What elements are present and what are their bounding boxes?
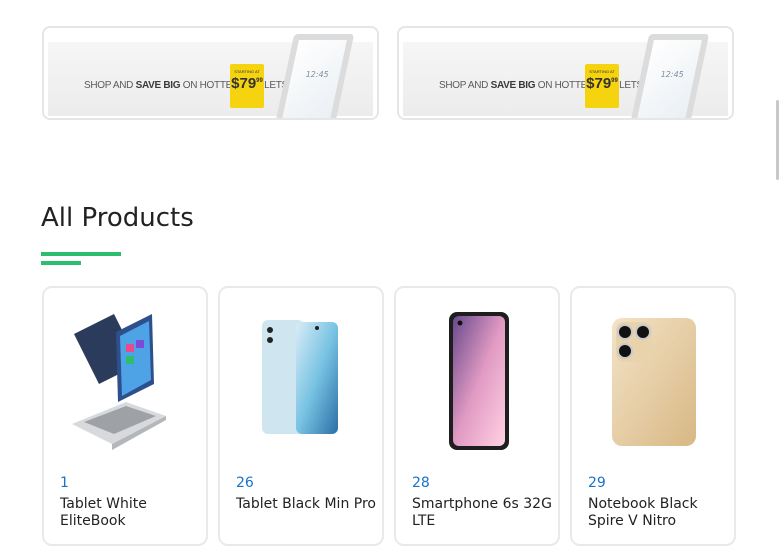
title-underline <box>41 252 121 256</box>
product-id[interactable]: 26 <box>236 475 254 491</box>
price-tag: STARTING AT $7999 <box>585 64 619 108</box>
promo-banner-1[interactable]: SHOP AND SAVE BIG ON HOTTEST TABLETS STA… <box>42 26 379 120</box>
promo-banner-2[interactable]: SHOP AND SAVE BIG ON HOTTEST TABLETS STA… <box>397 26 734 120</box>
product-card[interactable]: 1 Tablet White EliteBook <box>42 286 208 546</box>
product-id[interactable]: 1 <box>60 475 69 491</box>
smartphone-image <box>449 312 509 450</box>
title-underline-short <box>41 261 81 265</box>
laptop-tablet-image <box>72 314 166 450</box>
product-card[interactable]: 28 Smartphone 6s 32G LTE <box>394 286 560 546</box>
product-name[interactable]: Notebook Black Spire V Nitro <box>588 496 728 530</box>
smartphone-image <box>262 320 338 434</box>
product-card[interactable]: 26 Tablet Black Min Pro <box>218 286 384 546</box>
product-card[interactable]: 29 Notebook Black Spire V Nitro <box>570 286 736 546</box>
product-id[interactable]: 28 <box>412 475 430 491</box>
price-tag: STARTING AT $7999 <box>230 64 264 108</box>
smartphone-image <box>612 318 696 446</box>
product-name[interactable]: Tablet Black Min Pro <box>236 496 376 513</box>
product-name[interactable]: Smartphone 6s 32G LTE <box>412 496 552 530</box>
product-id[interactable]: 29 <box>588 475 606 491</box>
section-title: All Products <box>41 203 194 233</box>
product-name[interactable]: Tablet White EliteBook <box>60 496 200 530</box>
